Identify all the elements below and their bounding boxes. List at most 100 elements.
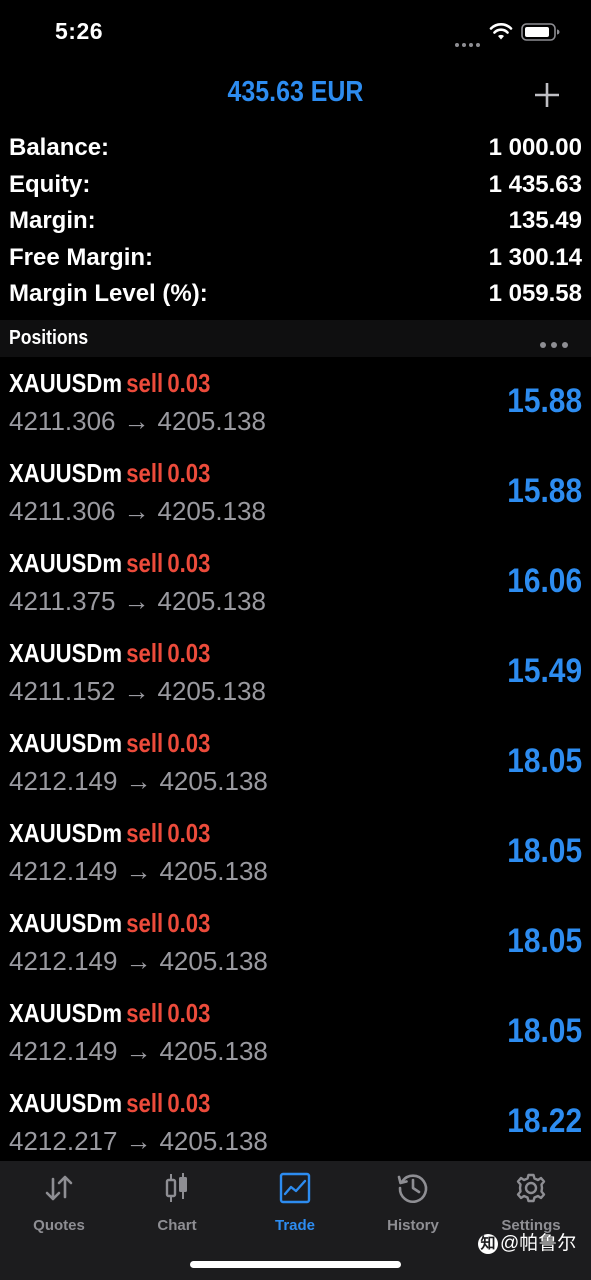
summary-row-balance: Balance: 1 000.00 [0, 132, 591, 169]
account-summary: Balance: 1 000.00 Equity: 1 435.63 Margi… [0, 132, 591, 315]
position-row[interactable]: XAUUSDm sell 0.03 4212.217 → 4205.138 18.22 [0, 1078, 591, 1160]
position-profit: 15.88 [507, 382, 582, 420]
candlestick-chart-icon [165, 1173, 187, 1202]
tab-label: History [387, 1217, 439, 1234]
position-side: sell [126, 908, 164, 938]
gear-icon [516, 1173, 546, 1203]
position-open-price: 4212.149 [9, 1036, 118, 1066]
right-arrow-icon: → [123, 496, 150, 526]
position-row[interactable]: XAUUSDm sell 0.03 4211.152 → 4205.138 15.49 [0, 628, 591, 718]
position-current-price: 4205.138 [159, 1126, 268, 1156]
position-current-price: 4205.138 [159, 766, 268, 796]
position-current-price: 4205.138 [159, 946, 268, 976]
tab-trade[interactable]: Trade [236, 1171, 354, 1241]
position-volume: 0.03 [167, 368, 211, 398]
wifi-icon [489, 23, 513, 40]
position-current-price: 4205.138 [157, 406, 266, 436]
position-side: sell [126, 1088, 164, 1118]
position-current-price: 4205.138 [157, 676, 266, 706]
tab-history[interactable]: History [354, 1171, 472, 1241]
quotes-arrows-icon [45, 1175, 73, 1201]
position-volume: 0.03 [167, 998, 211, 1028]
positions-title: Positions [9, 327, 89, 349]
position-profit: 18.05 [507, 832, 582, 870]
position-volume: 0.03 [167, 548, 211, 578]
position-open-price: 4212.149 [9, 856, 118, 886]
position-open-price: 4211.306 [9, 496, 116, 526]
tab-chart[interactable]: Chart [118, 1171, 236, 1241]
position-row[interactable]: XAUUSDm sell 0.03 4211.306 → 4205.138 15.88 [0, 448, 591, 538]
position-volume: 0.03 [167, 1088, 211, 1118]
summary-value: 1 000.00 [488, 134, 582, 161]
position-current-price: 4205.138 [159, 1036, 268, 1066]
position-volume: 0.03 [167, 818, 211, 848]
tab-label: Quotes [33, 1217, 85, 1234]
watermark: 知 @帕鲁尔 [478, 1228, 576, 1254]
right-arrow-icon: → [123, 406, 150, 436]
summary-row-margin-level: Margin Level (%): 1 059.58 [0, 278, 591, 315]
position-row[interactable]: XAUUSDm sell 0.03 4212.149 → 4205.138 18.05 [0, 808, 591, 898]
position-current-price: 4205.138 [159, 856, 268, 886]
position-side: sell [126, 368, 164, 398]
position-symbol: XAUUSDm [9, 1088, 122, 1118]
position-symbol: XAUUSDm [9, 458, 122, 488]
account-profit-title: 435.63 EUR [227, 76, 364, 108]
right-arrow-icon: → [123, 676, 150, 706]
position-row[interactable]: XAUUSDm sell 0.03 4211.306 → 4205.138 15.88 [0, 358, 591, 448]
position-open-price: 4212.217 [9, 1126, 118, 1156]
right-arrow-icon: → [125, 1036, 152, 1066]
summary-value: 1 435.63 [488, 170, 582, 198]
status-time: 5:26 [55, 18, 104, 44]
position-side: sell [126, 548, 164, 578]
summary-row-free-margin: Free Margin: 1 300.14 [0, 242, 591, 279]
position-profit: 15.88 [507, 472, 582, 510]
position-symbol: XAUUSDm [9, 368, 122, 398]
home-indicator[interactable] [190, 1261, 401, 1268]
position-open-price: 4212.149 [9, 946, 118, 976]
position-row[interactable]: XAUUSDm sell 0.03 4212.149 → 4205.138 18.05 [0, 988, 591, 1078]
position-row[interactable]: XAUUSDm sell 0.03 4212.149 → 4205.138 18.05 [0, 718, 591, 808]
position-symbol: XAUUSDm [9, 818, 122, 848]
watermark-text: @帕鲁尔 [500, 1233, 577, 1254]
header: 435.63 EUR [0, 70, 591, 120]
right-arrow-icon: → [125, 766, 152, 796]
position-volume: 0.03 [167, 458, 211, 488]
position-row[interactable]: XAUUSDm sell 0.03 4211.375 → 4205.138 16.06 [0, 538, 591, 628]
tab-quotes[interactable]: Quotes [0, 1171, 118, 1241]
position-side: sell [126, 728, 164, 758]
signal-dots-icon [455, 34, 483, 47]
summary-label: Margin Level (%): [9, 280, 208, 307]
positions-list: XAUUSDm sell 0.03 4211.306 → 4205.138 15.88 … [0, 358, 591, 1160]
position-row[interactable]: XAUUSDm sell 0.03 4212.149 → 4205.138 18.05 [0, 898, 591, 988]
right-arrow-icon: → [125, 1126, 152, 1156]
history-clock-icon [397, 1174, 428, 1203]
summary-row-equity: Equity: 1 435.63 [0, 169, 591, 206]
position-volume: 0.03 [167, 638, 211, 668]
position-current-price: 4205.138 [157, 586, 266, 616]
battery-icon [521, 23, 560, 41]
position-volume: 0.03 [167, 728, 211, 758]
position-side: sell [126, 458, 164, 488]
summary-value: 135.49 [508, 207, 582, 234]
position-symbol: XAUUSDm [9, 998, 122, 1028]
positions-section-header: Positions [0, 320, 591, 357]
position-side: sell [126, 998, 164, 1028]
summary-label: Balance: [9, 134, 110, 161]
summary-label: Equity: [9, 170, 91, 198]
right-arrow-icon: → [125, 856, 152, 886]
plus-icon[interactable] [527, 78, 567, 112]
position-profit: 15.49 [507, 652, 582, 690]
position-side: sell [126, 638, 164, 668]
more-options-icon[interactable] [540, 335, 574, 348]
summary-label: Margin: [9, 207, 96, 234]
position-current-price: 4205.138 [157, 496, 266, 526]
summary-row-margin: Margin: 135.49 [0, 205, 591, 242]
position-profit: 18.05 [507, 742, 582, 780]
position-open-price: 4212.149 [9, 766, 118, 796]
position-symbol: XAUUSDm [9, 908, 122, 938]
tab-label: Chart [157, 1217, 197, 1234]
summary-value: 1 300.14 [488, 243, 582, 271]
position-open-price: 4211.375 [9, 586, 116, 616]
summary-label: Free Margin: [9, 243, 154, 271]
right-arrow-icon: → [125, 946, 152, 976]
